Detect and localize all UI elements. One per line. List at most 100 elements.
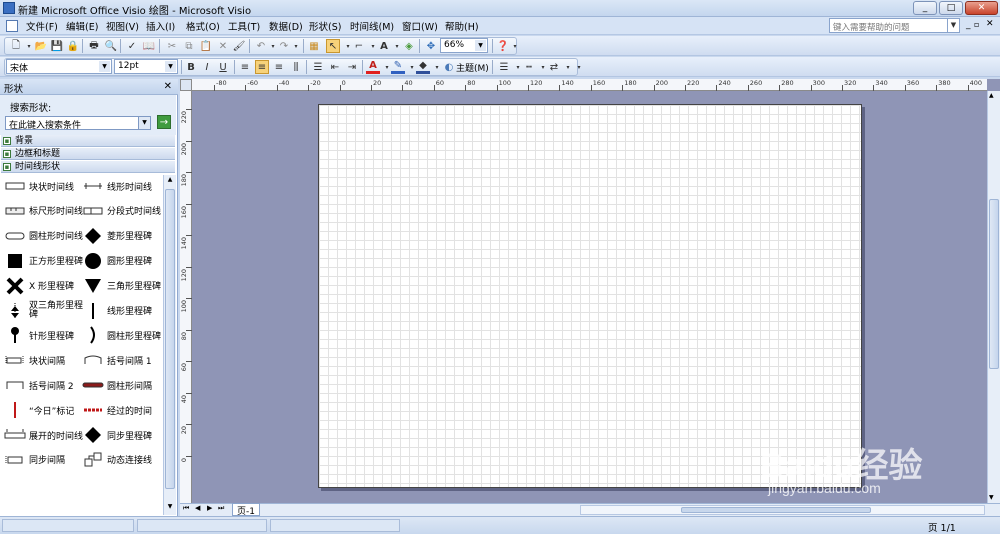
shape-item[interactable]: 块状间隔 (4, 349, 84, 371)
font-select[interactable]: 宋体 ▼ (6, 59, 112, 74)
close-button[interactable]: ✕ (965, 1, 998, 15)
menu-edit[interactable]: 编辑(E) (66, 19, 98, 33)
shape-item[interactable]: 三角形里程碑 (82, 275, 162, 297)
open-icon[interactable]: 📂 (34, 39, 48, 53)
stencil-borders-titles[interactable]: ▪ 边框和标题 (1, 148, 175, 160)
menu-window[interactable]: 窗口(W) (402, 19, 438, 33)
bold-button[interactable]: B (184, 60, 198, 74)
line-weight-icon[interactable]: ☰ (497, 60, 511, 74)
bullets-icon[interactable]: ☰ (311, 60, 325, 74)
shapes-window-icon[interactable]: ▦ (307, 39, 321, 53)
shape-item[interactable]: 同步里程碑 (82, 424, 162, 446)
cut-icon[interactable]: ✂ (165, 39, 179, 53)
horizontal-scroll-thumb[interactable] (681, 507, 871, 513)
shape-item[interactable]: 动态连接线 (82, 449, 162, 471)
format-painter-icon[interactable]: 🖌 (232, 39, 246, 53)
scroll-down-icon[interactable]: ▼ (989, 494, 994, 501)
scroll-up-icon[interactable]: ▲ (989, 92, 994, 99)
permission-icon[interactable]: 🔒 (66, 39, 80, 53)
doc-minimize-button[interactable]: _ (966, 20, 971, 30)
shape-item[interactable]: 针形里程碑 (4, 324, 84, 346)
menu-format[interactable]: 格式(O) (186, 19, 220, 33)
align-justify-icon[interactable]: ⫼ (289, 60, 303, 74)
minimize-button[interactable]: _ (913, 1, 937, 15)
align-right-icon[interactable]: ≡ (272, 60, 286, 74)
text-tool-icon[interactable]: A (377, 39, 391, 53)
shape-item[interactable]: 展开的时间线 (4, 424, 84, 446)
chevron-down-icon[interactable]: ▼ (475, 40, 486, 51)
research-icon[interactable]: 📖 (142, 39, 156, 53)
shape-item[interactable]: 括号间隔 1 (82, 349, 162, 371)
drawing-page[interactable] (318, 104, 862, 488)
chevron-down-icon[interactable]: ▼ (165, 61, 176, 72)
copy-icon[interactable]: ⧉ (182, 39, 196, 53)
save-icon[interactable]: 💾 (50, 39, 64, 53)
font-size-select[interactable]: 12pt ▼ (114, 59, 178, 74)
shape-item[interactable]: X 形里程碑 (4, 275, 84, 297)
toolbar-options-icon[interactable]: ▾ (572, 60, 586, 74)
pointer-tool-icon[interactable]: ↖ (326, 39, 340, 53)
visio-app-icon[interactable] (3, 2, 15, 14)
line-pattern-icon[interactable]: ┅ (522, 60, 536, 74)
stencil-background[interactable]: ▪ 背景 (1, 135, 175, 147)
shape-item[interactable]: 菱形里程碑 (82, 225, 162, 247)
menu-file[interactable]: 文件(F) (26, 19, 58, 33)
theme-icon[interactable]: ◐ (442, 60, 456, 74)
chevron-down-icon[interactable]: ▾ (289, 39, 303, 53)
shapes-scrollbar[interactable]: ▲ ▼ (163, 175, 176, 515)
close-icon[interactable]: ✕ (164, 81, 172, 92)
zoom-select[interactable]: 66% ▼ (440, 38, 488, 53)
chevron-down-icon[interactable]: ▼ (138, 117, 150, 129)
spelling-icon[interactable]: ✓ (125, 39, 139, 53)
scroll-up-icon[interactable]: ▲ (165, 176, 175, 186)
horizontal-ruler[interactable]: -80 -60 -40 -20 0 20 40 60 80 100 120 140 160 180 200 2… (192, 79, 987, 91)
shape-item[interactable]: 分段式时间线 (82, 200, 162, 222)
shape-item[interactable]: 标尺形时间线 (4, 200, 84, 222)
last-page-icon[interactable]: ⏭ (218, 504, 224, 513)
stamp-tool-icon[interactable]: ◈ (402, 39, 416, 53)
shape-item[interactable]: 括号间隔 2 (4, 374, 84, 396)
shape-item[interactable]: 块状时间线 (4, 175, 84, 197)
menu-shape[interactable]: 形状(S) (309, 19, 341, 33)
align-center-icon[interactable]: ≡ (255, 60, 269, 74)
menu-insert[interactable]: 插入(I) (146, 19, 175, 33)
print-icon[interactable]: 🖶 (87, 39, 101, 53)
print-preview-icon[interactable]: 🔍 (104, 39, 118, 53)
document-icon[interactable] (6, 20, 18, 32)
shape-item[interactable]: 线形时间线 (82, 175, 162, 197)
decrease-indent-icon[interactable]: ⇤ (328, 60, 342, 74)
prev-page-icon[interactable]: ◀ (195, 504, 200, 512)
scroll-down-icon[interactable]: ▼ (165, 503, 175, 513)
shape-item[interactable]: 线形里程碑 (82, 300, 162, 322)
shape-item[interactable]: 圆柱形里程碑 (82, 324, 162, 346)
help-search-input[interactable]: 键入需要帮助的问题 ▼ (829, 18, 960, 33)
menu-tools[interactable]: 工具(T) (228, 19, 260, 33)
shape-item[interactable]: 经过的时间 (82, 399, 162, 421)
shape-search-input[interactable]: 在此键入搜索条件 ▼ (5, 116, 151, 131)
shape-item[interactable]: 正方形里程碑 (4, 250, 84, 272)
vertical-ruler[interactable]: 220 200 180 160 140 120 100 80 60 40 20 0 (180, 91, 192, 503)
new-icon[interactable]: 🗋 (9, 39, 23, 53)
paste-icon[interactable]: 📋 (199, 39, 213, 53)
menu-help[interactable]: 帮助(H) (445, 19, 479, 33)
next-page-icon[interactable]: ▶ (207, 504, 212, 512)
menu-view[interactable]: 视图(V) (106, 19, 139, 33)
italic-button[interactable]: I (200, 60, 214, 74)
line-color-icon[interactable]: ✎ (391, 60, 405, 74)
shapes-scroll-thumb[interactable] (165, 189, 175, 489)
shape-item[interactable]: 圆柱形时间线 (4, 225, 84, 247)
canvas-vertical-scrollbar[interactable]: ▲ ▼ (987, 91, 1000, 503)
shape-item[interactable]: 圆柱形间隔 (82, 374, 162, 396)
toolbar-options-icon[interactable]: ▾ (508, 39, 522, 53)
shape-item[interactable]: 同步间隔 (4, 449, 84, 471)
menu-timeline[interactable]: 时间线(M) (350, 19, 394, 33)
page-tab[interactable]: 页-1 (232, 503, 260, 517)
chevron-down-icon[interactable]: ▼ (99, 61, 110, 72)
pan-zoom-icon[interactable]: ✥ (424, 39, 438, 53)
doc-close-button[interactable]: ✕ (986, 19, 994, 29)
increase-indent-icon[interactable]: ⇥ (345, 60, 359, 74)
underline-button[interactable]: U (216, 60, 230, 74)
font-color-icon[interactable]: A (366, 60, 380, 74)
shape-item[interactable]: 双三角形里程碑 (4, 300, 84, 322)
stencil-timeline-shapes[interactable]: ▪ 时间线形状 (1, 161, 175, 173)
